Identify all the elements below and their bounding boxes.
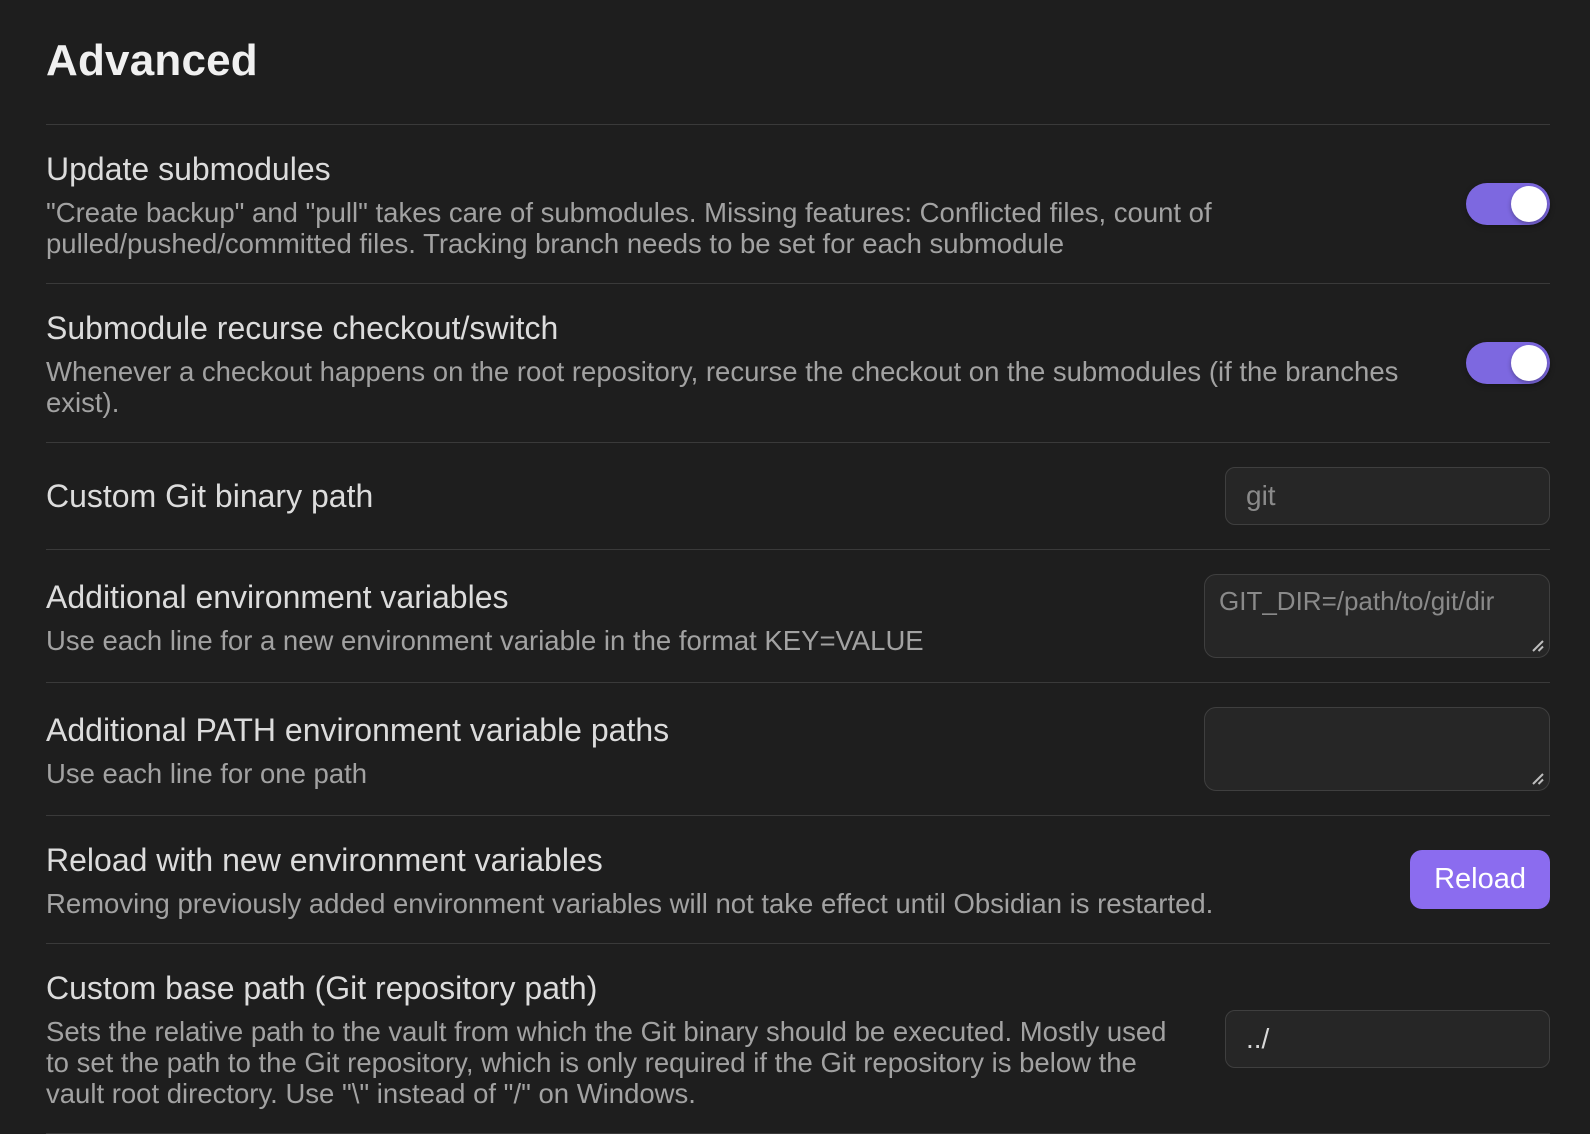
git-binary-path-input[interactable] <box>1225 467 1550 525</box>
setting-control <box>1225 467 1550 525</box>
setting-info: Update submodules "Create backup" and "p… <box>46 149 1466 259</box>
setting-name: Additional PATH environment variable pat… <box>46 710 1162 750</box>
setting-row: Update submodules "Create backup" and "p… <box>46 124 1550 283</box>
setting-name: Additional environment variables <box>46 577 1162 617</box>
setting-control <box>1225 1010 1550 1068</box>
setting-control <box>1204 574 1550 658</box>
env-variables-textarea[interactable] <box>1204 574 1550 658</box>
setting-description: Removing previously added environment va… <box>46 888 1368 919</box>
setting-row: Additional environment variables Use eac… <box>46 549 1550 682</box>
setting-row: Custom base path (Git repository path) S… <box>46 943 1550 1133</box>
setting-control: Reload <box>1410 850 1550 909</box>
setting-row: Custom Git binary path <box>46 442 1550 549</box>
path-env-variables-textarea[interactable] <box>1204 707 1550 791</box>
settings-page: Advanced Update submodules "Create backu… <box>0 0 1590 1134</box>
setting-name: Reload with new environment variables <box>46 840 1368 880</box>
base-path-input[interactable] <box>1225 1010 1550 1068</box>
setting-info: Reload with new environment variables Re… <box>46 840 1410 919</box>
setting-info: Custom base path (Git repository path) S… <box>46 968 1225 1109</box>
setting-description: "Create backup" and "pull" takes care of… <box>46 197 1424 259</box>
reload-button[interactable]: Reload <box>1410 850 1550 909</box>
update-submodules-toggle[interactable] <box>1466 183 1550 225</box>
toggle-knob-icon <box>1511 186 1547 222</box>
setting-info: Submodule recurse checkout/switch Whenev… <box>46 308 1466 418</box>
setting-description: Use each line for one path <box>46 758 1162 789</box>
setting-description: Sets the relative path to the vault from… <box>46 1016 1183 1109</box>
setting-description: Use each line for a new environment vari… <box>46 625 1162 656</box>
textarea-wrap <box>1204 574 1550 658</box>
setting-row: Additional PATH environment variable pat… <box>46 682 1550 815</box>
setting-control <box>1204 707 1550 791</box>
setting-name: Update submodules <box>46 149 1424 189</box>
setting-row: Submodule recurse checkout/switch Whenev… <box>46 283 1550 442</box>
setting-control <box>1466 342 1550 384</box>
setting-name: Custom base path (Git repository path) <box>46 968 1183 1008</box>
textarea-wrap <box>1204 707 1550 791</box>
page-title: Advanced <box>46 34 1550 88</box>
settings-list: Update submodules "Create backup" and "p… <box>46 124 1550 1134</box>
setting-description: Whenever a checkout happens on the root … <box>46 356 1424 418</box>
submodule-recurse-toggle[interactable] <box>1466 342 1550 384</box>
setting-row: Reload with new environment variables Re… <box>46 815 1550 943</box>
setting-info: Additional PATH environment variable pat… <box>46 710 1204 789</box>
setting-control <box>1466 183 1550 225</box>
toggle-knob-icon <box>1511 345 1547 381</box>
setting-info: Custom Git binary path <box>46 476 1225 516</box>
setting-info: Additional environment variables Use eac… <box>46 577 1204 656</box>
setting-name: Submodule recurse checkout/switch <box>46 308 1424 348</box>
setting-name: Custom Git binary path <box>46 476 1183 516</box>
